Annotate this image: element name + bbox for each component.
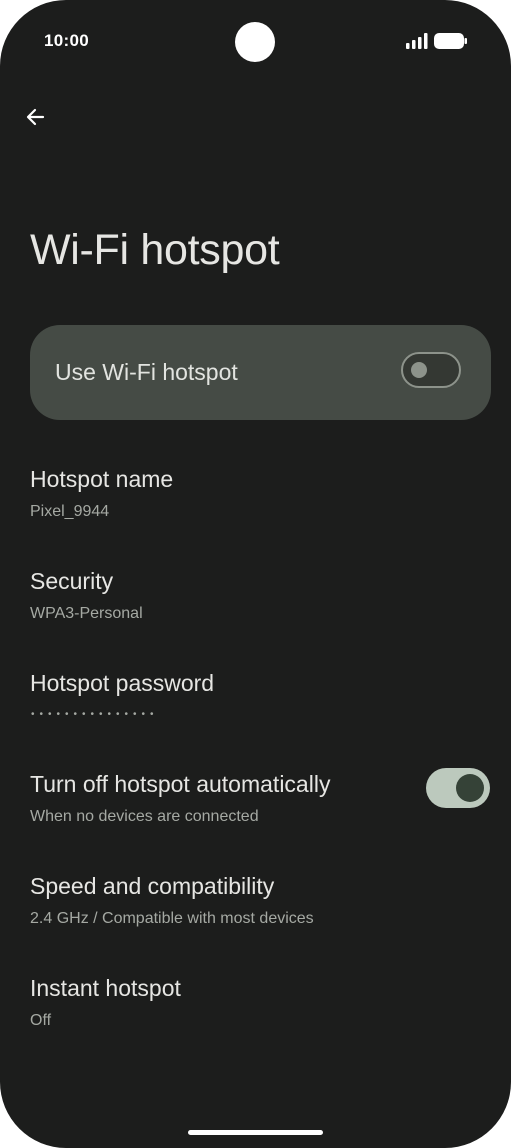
setting-title: Hotspot name: [30, 466, 174, 492]
turn-off-automatically-switch[interactable]: [426, 768, 490, 808]
setting-subtitle: When no devices are connected: [30, 808, 259, 825]
switch-thumb: [411, 362, 427, 378]
setting-title: Speed and compatibility: [30, 873, 275, 899]
setting-subtitle: Off: [30, 1012, 52, 1029]
hotspot-password-item[interactable]: Hotspot password •••••••••••••••: [0, 669, 511, 739]
setting-title: Instant hotspot: [30, 975, 181, 1001]
back-button[interactable]: [14, 96, 56, 138]
switch-thumb: [456, 774, 484, 802]
signal-bars-icon: [406, 33, 428, 49]
setting-subtitle: Pixel_9944: [30, 503, 110, 520]
use-wifi-hotspot-label: Use Wi-Fi hotspot: [55, 359, 238, 385]
arrow-back-icon: [26, 108, 45, 126]
speed-compatibility-item[interactable]: Speed and compatibility 2.4 GHz / Compat…: [0, 872, 511, 942]
instant-hotspot-item[interactable]: Instant hotspot Off: [0, 974, 511, 1044]
setting-title: Security: [30, 568, 114, 594]
setting-title: Turn off hotspot automatically: [30, 771, 331, 797]
setting-subtitle: 2.4 GHz / Compatible with most devices: [30, 910, 314, 927]
page-title: Wi-Fi hotspot: [30, 226, 280, 274]
battery-full-icon: [434, 33, 467, 49]
home-indicator[interactable]: [188, 1130, 323, 1135]
security-item[interactable]: Security WPA3-Personal: [0, 567, 511, 637]
use-wifi-hotspot-switch[interactable]: [401, 352, 461, 388]
setting-title: Hotspot password: [30, 670, 215, 696]
phone-screen: 10:00 Wi-Fi hotspot Use Wi-Fi hotspot Ho…: [0, 0, 511, 1148]
turn-off-automatically-item[interactable]: Turn off hotspot automatically When no d…: [0, 768, 511, 840]
status-time: 10:00: [44, 31, 89, 50]
camera-cutout: [235, 22, 275, 62]
use-wifi-hotspot-toggle-row[interactable]: Use Wi-Fi hotspot: [30, 325, 491, 420]
hotspot-name-item[interactable]: Hotspot name Pixel_9944: [0, 465, 511, 535]
setting-subtitle: WPA3-Personal: [30, 605, 143, 622]
password-masked-value: •••••••••••••••: [31, 709, 159, 720]
